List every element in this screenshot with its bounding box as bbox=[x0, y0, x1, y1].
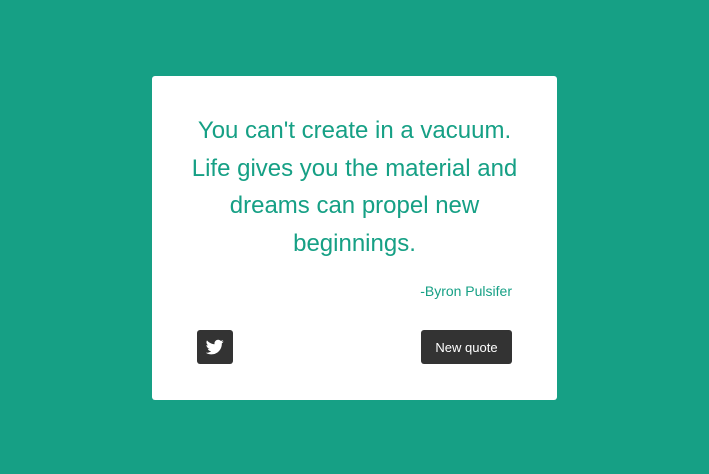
quote-author: -Byron Pulsifer bbox=[420, 283, 512, 299]
new-quote-button[interactable]: New quote bbox=[421, 330, 512, 364]
quote-box: You can't create in a vacuum. Life gives… bbox=[152, 76, 557, 400]
twitter-icon bbox=[206, 338, 224, 356]
tweet-quote-button[interactable] bbox=[197, 330, 233, 364]
quote-text: You can't create in a vacuum. Life gives… bbox=[191, 117, 518, 257]
